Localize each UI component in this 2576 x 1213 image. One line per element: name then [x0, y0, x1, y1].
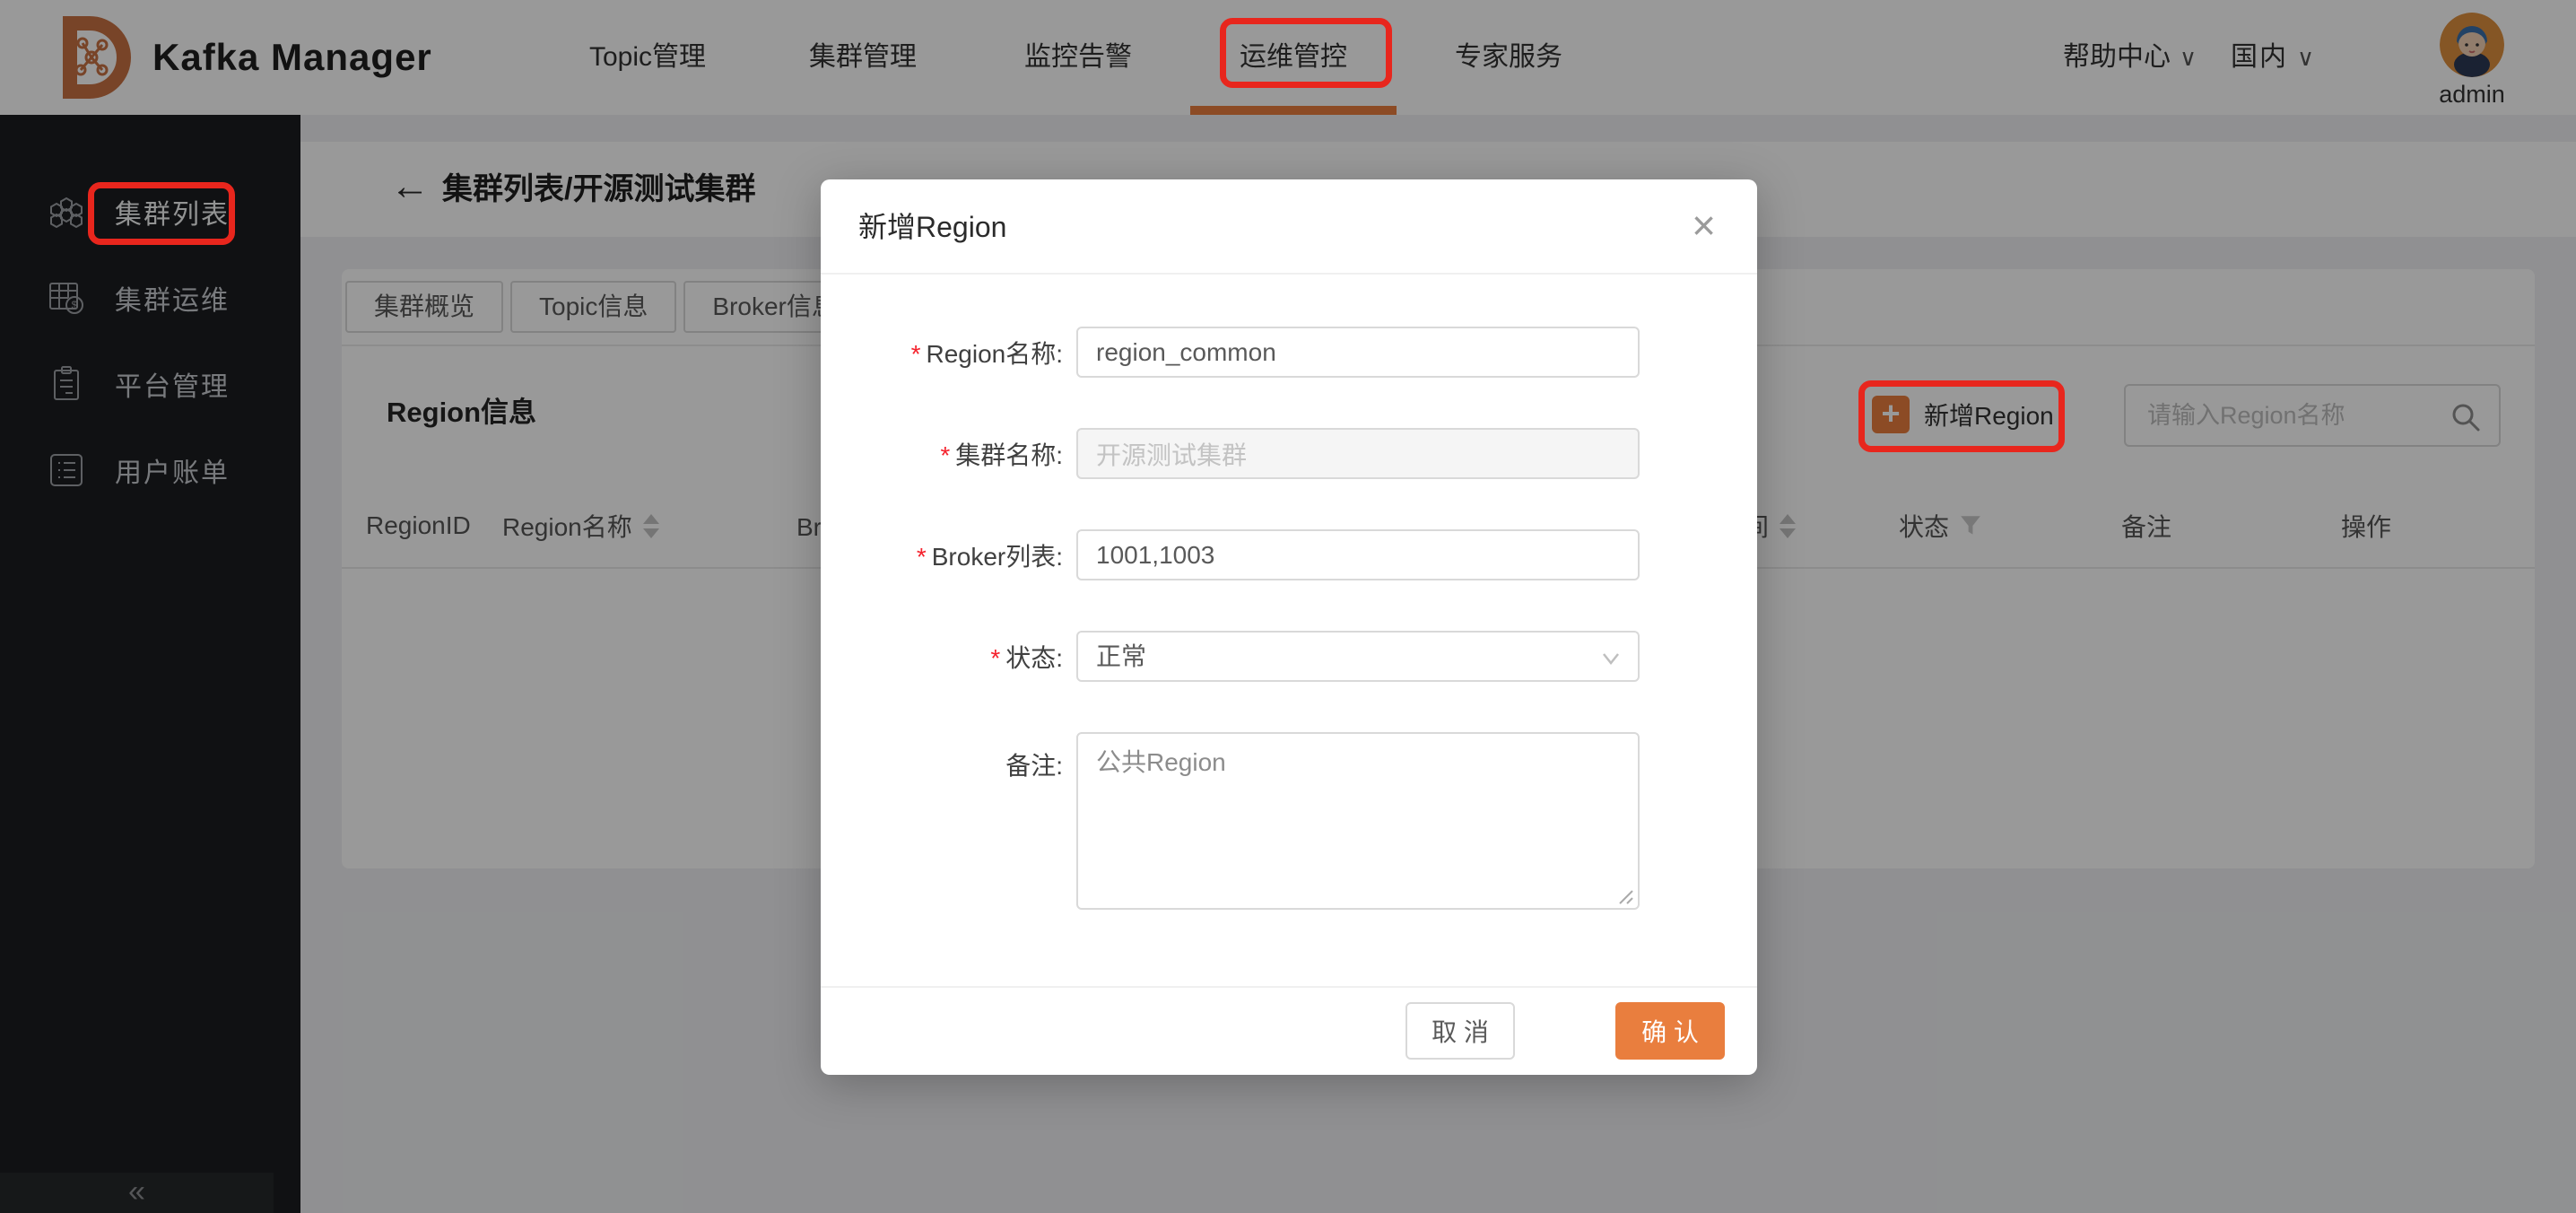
- status-select[interactable]: 正常: [1076, 631, 1640, 682]
- field-label: * Region名称:: [910, 339, 1063, 368]
- modal-header: 新增Region ×: [821, 179, 1757, 275]
- kafka-manager-page: Kafka Manager Topic管理 集群管理 监控告警 运维管控 专家服…: [0, 0, 2576, 1213]
- form-row-broker-list: * Broker列表:: [821, 529, 1757, 580]
- form-row-cluster-name: * 集群名称:: [821, 428, 1757, 479]
- chevron-down-icon: [1603, 653, 1619, 666]
- form-row-region-name: * Region名称:: [821, 327, 1757, 378]
- field-label: * 状态:: [990, 643, 1063, 672]
- required-asterisk: *: [916, 542, 927, 571]
- required-asterisk: *: [940, 441, 951, 469]
- confirm-button[interactable]: 确 认: [1615, 1002, 1725, 1060]
- broker-list-input[interactable]: [1076, 529, 1640, 580]
- remark-textarea[interactable]: 公共Region: [1076, 732, 1640, 910]
- form-row-status: * 状态: 正常: [821, 631, 1757, 682]
- required-asterisk: *: [910, 339, 921, 368]
- field-label: * 集群名称:: [940, 441, 1063, 469]
- required-asterisk: *: [990, 643, 1001, 672]
- field-label: 备注:: [1005, 752, 1063, 780]
- modal-footer: 取 消 确 认: [821, 986, 1757, 1075]
- status-select-value: 正常: [1096, 642, 1147, 670]
- region-name-input[interactable]: [1076, 327, 1640, 378]
- field-label: * Broker列表:: [916, 542, 1063, 571]
- cluster-name-input: [1076, 428, 1640, 479]
- add-region-form: *Region名称: *集群名称: *Broker列表: *状态: 正常: [821, 276, 1757, 914]
- cancel-button[interactable]: 取 消: [1405, 1002, 1515, 1060]
- add-region-modal: 新增Region × *Region名称: *集群名称: *Broker列表: …: [821, 179, 1757, 1075]
- close-icon[interactable]: ×: [1683, 179, 1725, 275]
- form-row-remark: 备注: 公共Region: [821, 732, 1757, 914]
- modal-title: 新增Region: [858, 211, 1007, 243]
